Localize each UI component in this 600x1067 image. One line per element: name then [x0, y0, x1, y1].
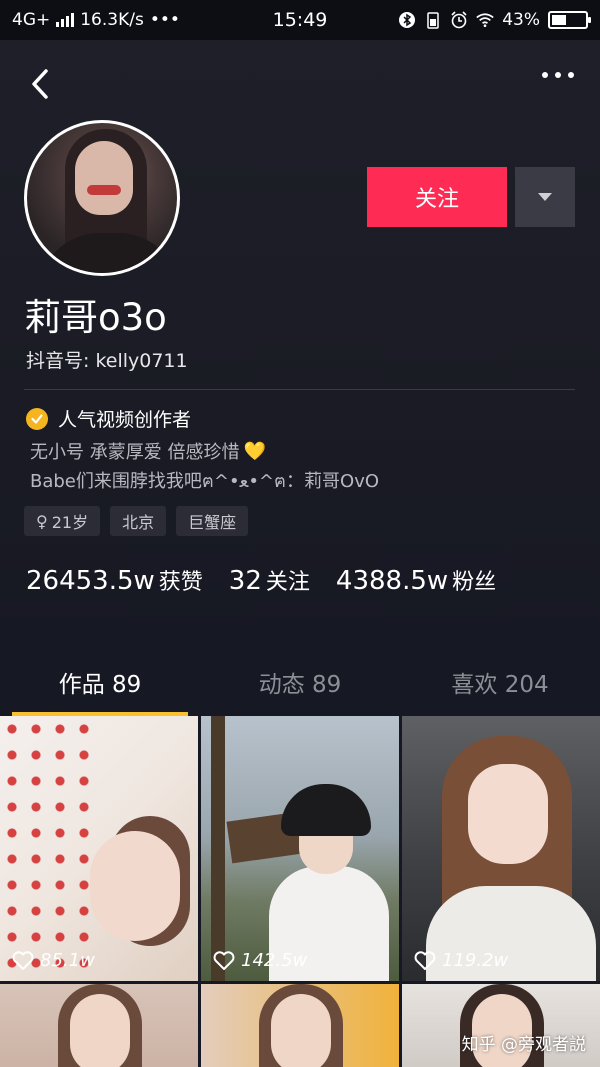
tag-zodiac: 巨蟹座 [176, 506, 249, 536]
more-dots-icon [542, 72, 548, 78]
clock: 15:49 [272, 9, 328, 31]
followers-count: 4388.5w [335, 566, 449, 596]
yellow-heart-icon: 💛 [243, 440, 266, 462]
tag-age-label: 21岁 [51, 513, 89, 532]
tag-age: ♀ 21岁 [24, 506, 101, 536]
verification: 人气视频创作者 [26, 405, 191, 432]
avatar[interactable] [24, 120, 180, 276]
likes-label: 获赞 [158, 570, 203, 595]
heart-outline-icon [414, 950, 436, 970]
follow-button[interactable]: 关注 [367, 167, 507, 227]
video-thumbnail[interactable]: 119.2w [402, 716, 600, 981]
wifi-icon [476, 11, 494, 29]
bio-line-1: 无小号 承蒙厚爱 倍感珍惜 💛 [30, 438, 266, 464]
back-arrow-icon [32, 69, 48, 99]
back-button[interactable] [24, 64, 56, 104]
heart-outline-icon [213, 950, 235, 970]
alarm-icon [450, 11, 468, 29]
tab-liked[interactable]: 喜欢 204 [400, 660, 600, 716]
battery-saver-icon [424, 11, 442, 29]
verified-check-icon [26, 407, 48, 430]
status-bar-right: 43% [358, 10, 591, 30]
profile-header: 关注 莉哥o3o 抖音号: kelly0711 人气视频创作者 无小号 承蒙厚爱… [0, 40, 600, 660]
likes-count: 26453.5w [26, 566, 155, 596]
notification-dots: ••• [149, 10, 180, 30]
video-thumbnail[interactable]: 142.5w [201, 716, 399, 981]
video-thumbnail[interactable] [0, 984, 198, 1067]
video-likes: 85.1w [12, 950, 95, 971]
verification-label: 人气视频创作者 [58, 409, 192, 431]
recommend-dropdown-button[interactable] [515, 167, 575, 227]
video-grid: 85.1w 142.5w 119.2w [0, 716, 600, 1067]
profile-tabs: 作品 89 动态 89 喜欢 204 [0, 660, 600, 716]
heart-outline-icon [12, 950, 34, 970]
stat-following[interactable]: 32 关注 [229, 564, 310, 596]
stat-likes: 26453.5w 获赞 [26, 564, 203, 596]
bio-text-1: 无小号 承蒙厚爱 倍感珍惜 [30, 442, 240, 463]
bluetooth-icon [398, 11, 416, 29]
watermark: 知乎 @旁观者説 [461, 1035, 586, 1055]
divider [24, 389, 575, 390]
caret-down-icon [538, 193, 552, 201]
status-bar: 4G+ 16.3K/s ••• 15:49 43% [0, 0, 600, 40]
network-type: 4G+ [12, 10, 51, 30]
stat-followers[interactable]: 4388.5w 粉丝 [336, 564, 496, 596]
video-likes-count: 85.1w [40, 950, 95, 971]
video-thumbnail[interactable]: 85.1w [0, 716, 198, 981]
battery-percent: 43% [502, 10, 540, 30]
video-likes-count: 142.5w [241, 950, 308, 971]
network-speed: 16.3K/s [80, 10, 144, 30]
tab-moments[interactable]: 动态 89 [200, 660, 400, 716]
followers-label: 粉丝 [452, 570, 497, 595]
profile-stats: 26453.5w 获赞 32 关注 4388.5w 粉丝 [26, 564, 496, 596]
tab-works[interactable]: 作品 89 [0, 660, 200, 716]
battery-icon [548, 11, 591, 29]
following-label: 关注 [265, 570, 310, 595]
video-likes: 142.5w [213, 950, 307, 971]
tag-city: 北京 [110, 506, 167, 536]
signal-icon [56, 13, 75, 27]
bio-line-2: Babe们来围脖找我吧ฅ^•ﻌ•^ฅ：莉哥OvO [30, 471, 380, 492]
douyin-id: 抖音号: kelly0711 [26, 350, 188, 372]
following-count: 32 [228, 566, 262, 596]
more-options-button[interactable] [542, 72, 574, 78]
profile-tags: ♀ 21岁 北京 巨蟹座 [24, 506, 249, 536]
video-thumbnail[interactable] [201, 984, 399, 1067]
nickname: 莉哥o3o [24, 296, 167, 339]
status-bar-left: 4G+ 16.3K/s ••• [12, 10, 242, 30]
video-likes-count: 119.2w [442, 950, 509, 971]
female-icon: ♀ [36, 511, 48, 531]
video-likes: 119.2w [414, 950, 508, 971]
